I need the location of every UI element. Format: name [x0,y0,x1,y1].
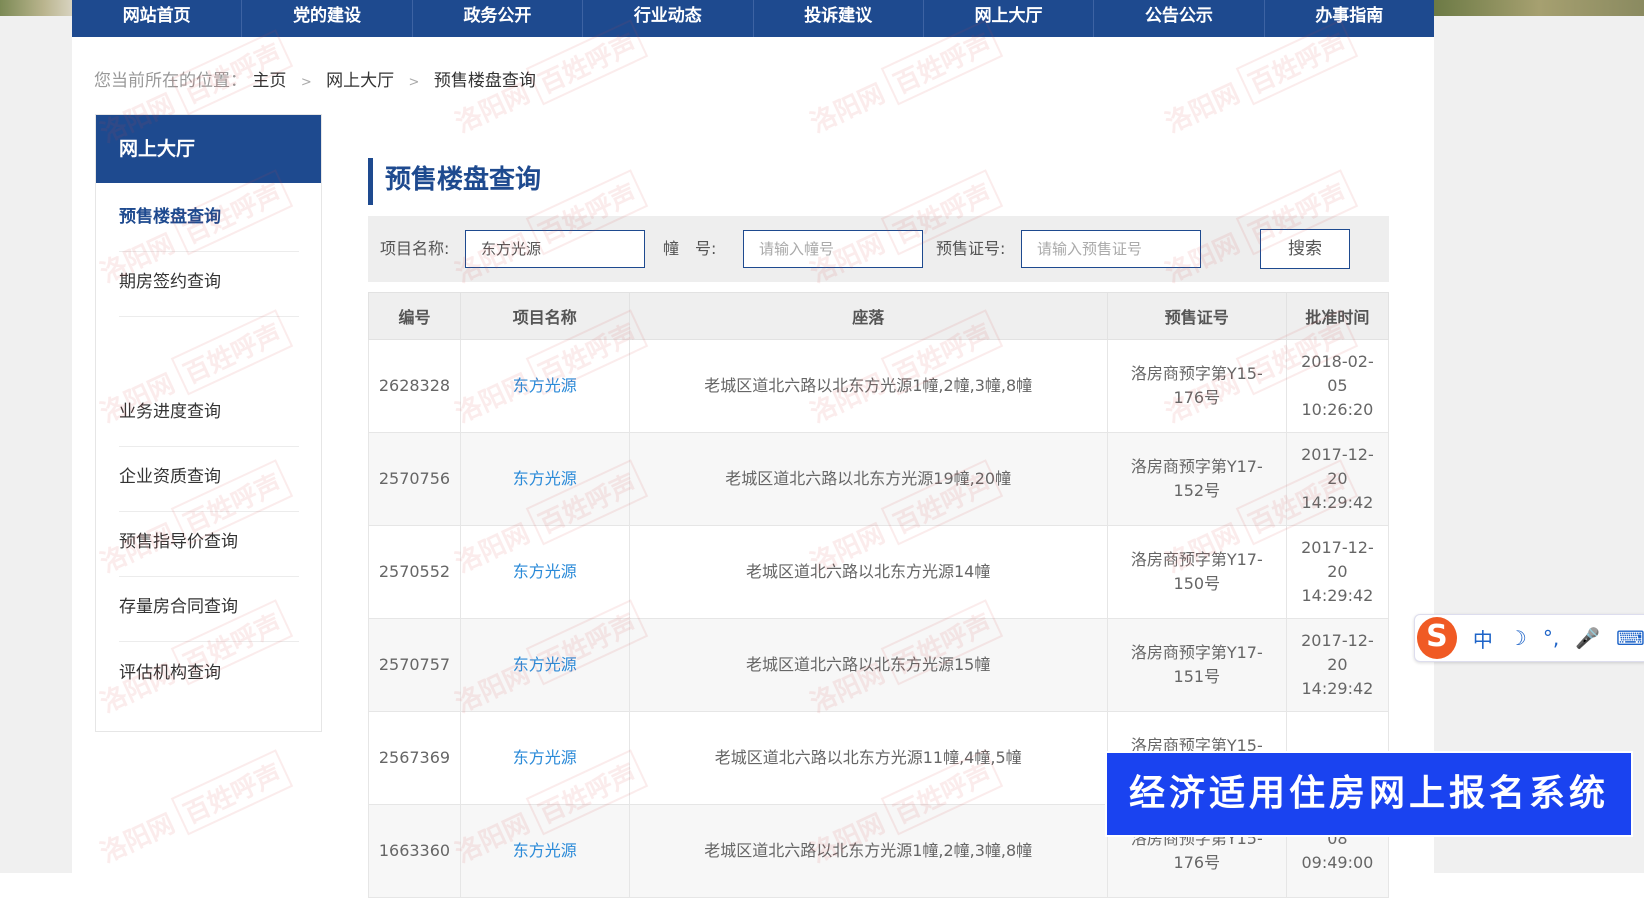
ime-chinese-mode-button[interactable]: 中 [1473,624,1493,653]
nav-industry-news[interactable]: 行业动态 [583,0,754,37]
cell-license: 洛房商预字第Y17-150号 [1106,525,1287,619]
sidebar-item-qualification-query[interactable]: 企业资质查询 [119,443,299,512]
watermark: 洛阳网百姓呼声 [93,749,294,872]
cell-date: 2017-12-20 14:29:42 [1285,618,1390,712]
license-label: 预售证号: [936,239,1006,258]
top-navigation: 网站首页 党的建设 政务公开 行业动态 投诉建议 网上大厅 公告公示 办事指南 [72,0,1434,37]
cell-id: 2628328 [368,339,461,433]
cell-location: 老城区道北六路以北东方光源14幢 [628,525,1108,619]
column-header-date: 批准时间 [1285,292,1390,340]
cell-location: 老城区道北六路以北东方光源19幢,20幢 [628,432,1108,526]
license-input[interactable]: 请输入预售证号 [1021,230,1201,268]
cell-date: 2018-02-05 10:26:20 [1285,339,1390,433]
breadcrumb: 您当前所在的位置： 主页 > 网上大厅 > 预售楼盘查询 [94,66,536,91]
cell-date: 2017-12-20 14:29:42 [1285,432,1390,526]
cell-location: 老城区道北六路以北东方光源1幢,2幢,3幢,8幢 [628,804,1108,898]
cell-id: 2570552 [368,525,461,619]
cell-id: 1663360 [368,804,461,898]
table-row: 2570756 东方光源 老城区道北六路以北东方光源19幢,20幢 洛房商预字第… [368,432,1390,526]
sidebar-item-contract-query[interactable]: 期房签约查询 [119,248,299,317]
watermark: 洛阳网百姓呼声 [1158,19,1359,142]
sidebar-item-existing-contract-query[interactable]: 存量房合同查询 [119,573,299,642]
table-row: 2628328 东方光源 老城区道北六路以北东方光源1幢,2幢,3幢,8幢 洛房… [368,339,1390,433]
nav-service-guide[interactable]: 办事指南 [1265,0,1434,37]
search-button[interactable]: 搜索 [1260,229,1350,269]
breadcrumb-separator: > [300,75,312,90]
ime-toolbar: S 中 ☽ °, 🎤 ⌨ [1414,614,1644,662]
column-header-project: 项目名称 [459,292,630,340]
nav-home[interactable]: 网站首页 [72,0,243,37]
punctuation-icon[interactable]: °, [1543,626,1559,650]
cell-location: 老城区道北六路以北东方光源15幢 [628,618,1108,712]
cell-license: 洛房商预字第Y17-151号 [1106,618,1287,712]
cell-license: 洛房商预字第Y15-176号 [1106,339,1287,433]
page-container: 网站首页 党的建设 政务公开 行业动态 投诉建议 网上大厅 公告公示 办事指南 … [72,0,1434,898]
cell-location: 老城区道北六路以北东方光源11幢,4幢,5幢 [628,711,1108,805]
cell-project-link[interactable]: 东方光源 [459,711,630,805]
cell-project-link[interactable]: 东方光源 [459,339,630,433]
table-row: 2570757 东方光源 老城区道北六路以北东方光源15幢 洛房商预字第Y17-… [368,618,1390,712]
cell-location: 老城区道北六路以北东方光源1幢,2幢,3幢,8幢 [628,339,1108,433]
page-background-left [0,0,72,873]
project-name-input[interactable]: 东方光源 [465,230,645,268]
column-header-location: 座落 [628,292,1108,340]
sidebar-item-progress-query[interactable]: 业务进度查询 [119,378,299,447]
nav-government-affairs[interactable]: 政务公开 [413,0,584,37]
project-name-label: 项目名称: [380,239,450,258]
sidebar-item-appraisal-query[interactable]: 评估机构查询 [119,639,299,707]
sidebar-item-guide-price-query[interactable]: 预售指导价查询 [119,508,299,577]
sogou-logo-icon[interactable]: S [1417,617,1457,659]
breadcrumb-current: 预售楼盘查询 [433,71,536,91]
page-title: 预售楼盘查询 [368,158,541,205]
building-input[interactable]: 请输入幢号 [743,230,923,268]
nav-announcements[interactable]: 公告公示 [1094,0,1265,37]
table-header-row: 编号 项目名称 座落 预售证号 批准时间 [368,292,1390,340]
sidebar-item-presale-query[interactable]: 预售楼盘查询 [119,183,299,252]
microphone-icon[interactable]: 🎤 [1575,626,1600,650]
sidebar-title: 网上大厅 [96,115,321,183]
cell-id: 2570756 [368,432,461,526]
column-header-license: 预售证号 [1106,292,1287,340]
cell-id: 2570757 [368,618,461,712]
page-background-right [1434,0,1644,873]
cell-project-link[interactable]: 东方光源 [459,804,630,898]
cell-license: 洛房商预字第Y17-152号 [1106,432,1287,526]
moon-icon[interactable]: ☽ [1509,626,1527,650]
cell-date: 2017-12-20 14:29:42 [1285,525,1390,619]
cell-project-link[interactable]: 东方光源 [459,618,630,712]
column-header-id: 编号 [368,292,461,340]
building-label: 幢 号: [663,239,717,258]
sidebar: 网上大厅 预售楼盘查询 期房签约查询 业务进度查询 企业资质查询 预售指导价查询… [95,114,322,732]
breadcrumb-online-hall[interactable]: 网上大厅 [326,71,394,91]
search-bar: 项目名称: 东方光源 幢 号: 请输入幢号 预售证号: 请输入预售证号 搜索 [368,216,1389,282]
table-row: 2570552 东方光源 老城区道北六路以北东方光源14幢 洛房商预字第Y17-… [368,525,1390,619]
breadcrumb-prefix: 您当前所在的位置： [94,71,247,91]
header-photo-strip-right [1434,0,1644,16]
keyboard-icon[interactable]: ⌨ [1616,626,1644,650]
nav-online-hall[interactable]: 网上大厅 [924,0,1095,37]
cell-project-link[interactable]: 东方光源 [459,432,630,526]
breadcrumb-separator: > [408,75,420,90]
nav-complaints[interactable]: 投诉建议 [754,0,924,37]
header-photo-strip-left [0,0,72,16]
affordable-housing-registration-banner[interactable]: 经济适用住房网上报名系统 [1105,751,1633,837]
cell-project-link[interactable]: 东方光源 [459,525,630,619]
breadcrumb-home[interactable]: 主页 [252,71,286,91]
cell-id: 2567369 [368,711,461,805]
watermark: 洛阳网百姓呼声 [803,19,1004,142]
nav-party-building[interactable]: 党的建设 [242,0,413,37]
